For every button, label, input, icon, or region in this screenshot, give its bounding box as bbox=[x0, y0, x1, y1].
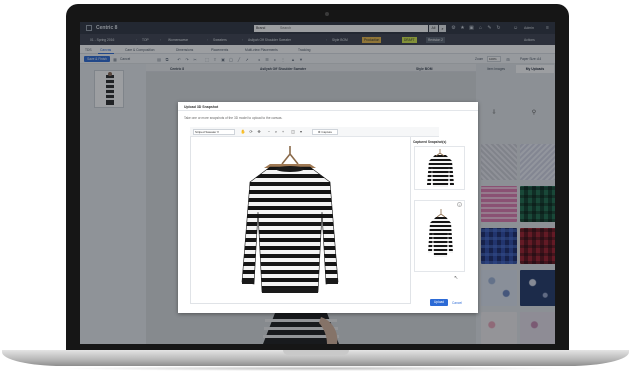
snapshot-thumbnail[interactable] bbox=[414, 200, 465, 272]
snapshot-image bbox=[427, 149, 454, 187]
dialog-cancel-button[interactable]: Cancel bbox=[452, 301, 462, 305]
remove-snapshot-icon[interactable]: × bbox=[457, 202, 462, 207]
dialog-header bbox=[178, 102, 478, 111]
zoom-out-icon[interactable]: − bbox=[266, 129, 272, 135]
hand-icon[interactable]: ✋ bbox=[240, 129, 246, 135]
cursor-icon: ↖ bbox=[454, 275, 459, 281]
move-icon[interactable]: ✥ bbox=[256, 129, 262, 135]
zoom-icon[interactable]: ⌕ bbox=[273, 129, 279, 135]
zoom-in-icon[interactable]: + bbox=[280, 129, 286, 135]
laptop-base-notch bbox=[283, 350, 349, 355]
dialog-title: Upload 3D Snapshot bbox=[184, 105, 219, 109]
rotate-icon[interactable]: ⟳ bbox=[248, 129, 254, 135]
dialog-description: Take one or more snapshots of the 3D mod… bbox=[184, 116, 283, 120]
laptop-shadow bbox=[60, 366, 570, 371]
camera-icon bbox=[325, 12, 329, 16]
model-select[interactable]: Striped Sweater ▾ bbox=[193, 129, 235, 135]
3d-sweater-model[interactable] bbox=[230, 142, 350, 302]
snapshot-thumbnail[interactable] bbox=[414, 146, 465, 190]
chevron-down-icon[interactable]: ▾ bbox=[298, 129, 304, 135]
captured-snapshots-title: Captured Snapshot(s) bbox=[413, 140, 447, 144]
capture-label: Capture bbox=[321, 130, 333, 134]
capture-button[interactable]: ⚙ Capture bbox=[312, 129, 338, 135]
screen: Centric 8 Brand All ⌕ ⚙ ★ ▣ ⌂ ✎ ↻ ☺ Admi… bbox=[80, 22, 555, 344]
view-icon[interactable]: ◫ bbox=[290, 129, 296, 135]
snapshot-image bbox=[428, 209, 453, 257]
model-select-value: Striped Sweater bbox=[195, 130, 217, 134]
upload-button[interactable]: Upload bbox=[430, 299, 448, 306]
